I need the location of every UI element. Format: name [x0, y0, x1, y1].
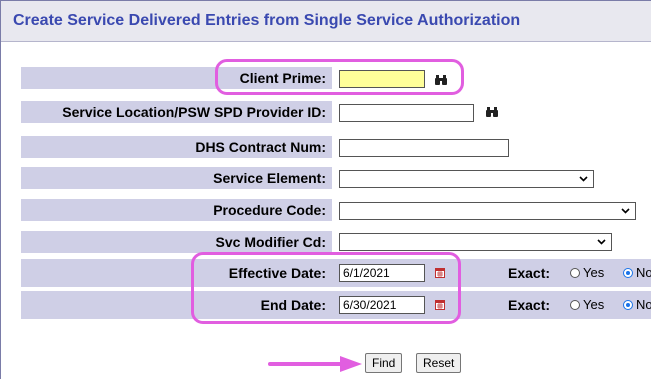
chevron-down-icon: [579, 176, 588, 182]
chevron-down-icon: [621, 208, 630, 214]
procedure-code-label: Procedure Code:: [21, 199, 332, 221]
end-date-input[interactable]: [339, 296, 425, 314]
dhs-contract-label: DHS Contract Num:: [21, 136, 332, 158]
client-prime-input[interactable]: [339, 70, 425, 88]
find-button[interactable]: Find: [365, 353, 403, 373]
service-element-label: Service Element:: [21, 167, 332, 189]
calendar-icon[interactable]: [435, 268, 445, 278]
form-container: Create Service Delivered Entries from Si…: [0, 0, 651, 379]
binoculars-icon[interactable]: [434, 74, 448, 86]
calendar-icon[interactable]: [435, 300, 445, 310]
radio-checked[interactable]: [623, 268, 633, 278]
service-location-input[interactable]: [339, 104, 474, 122]
end-exact-label: Exact:: [508, 297, 551, 313]
svc-modifier-label: Svc Modifier Cd:: [21, 231, 332, 253]
client-prime-label: Client Prime:: [21, 67, 332, 89]
arrow-right-icon: [268, 356, 362, 372]
end-exact-no[interactable]: No: [623, 294, 651, 316]
chevron-down-icon: [597, 239, 606, 245]
page-header: Create Service Delivered Entries from Si…: [1, 1, 651, 42]
end-date-label: End Date:: [260, 297, 326, 313]
effective-date-label: Effective Date:: [228, 265, 326, 281]
radio-unchecked[interactable]: [570, 268, 580, 278]
effective-exact-no[interactable]: No: [623, 262, 651, 284]
reset-button[interactable]: Reset: [416, 353, 462, 373]
svc-modifier-select[interactable]: [339, 233, 612, 251]
page-title: Create Service Delivered Entries from Si…: [13, 12, 521, 29]
dhs-contract-input[interactable]: [339, 139, 509, 157]
radio-unchecked[interactable]: [570, 300, 580, 310]
service-location-label: Service Location/PSW SPD Provider ID:: [21, 101, 332, 123]
effective-exact-label: Exact:: [508, 265, 551, 281]
effective-exact-yes[interactable]: Yes: [570, 262, 604, 284]
service-element-select[interactable]: [339, 170, 594, 188]
effective-date-input[interactable]: [339, 264, 425, 282]
procedure-code-select[interactable]: [339, 202, 636, 220]
radio-checked[interactable]: [623, 300, 633, 310]
end-exact-yes[interactable]: Yes: [570, 294, 604, 316]
binoculars-icon[interactable]: [485, 106, 499, 118]
